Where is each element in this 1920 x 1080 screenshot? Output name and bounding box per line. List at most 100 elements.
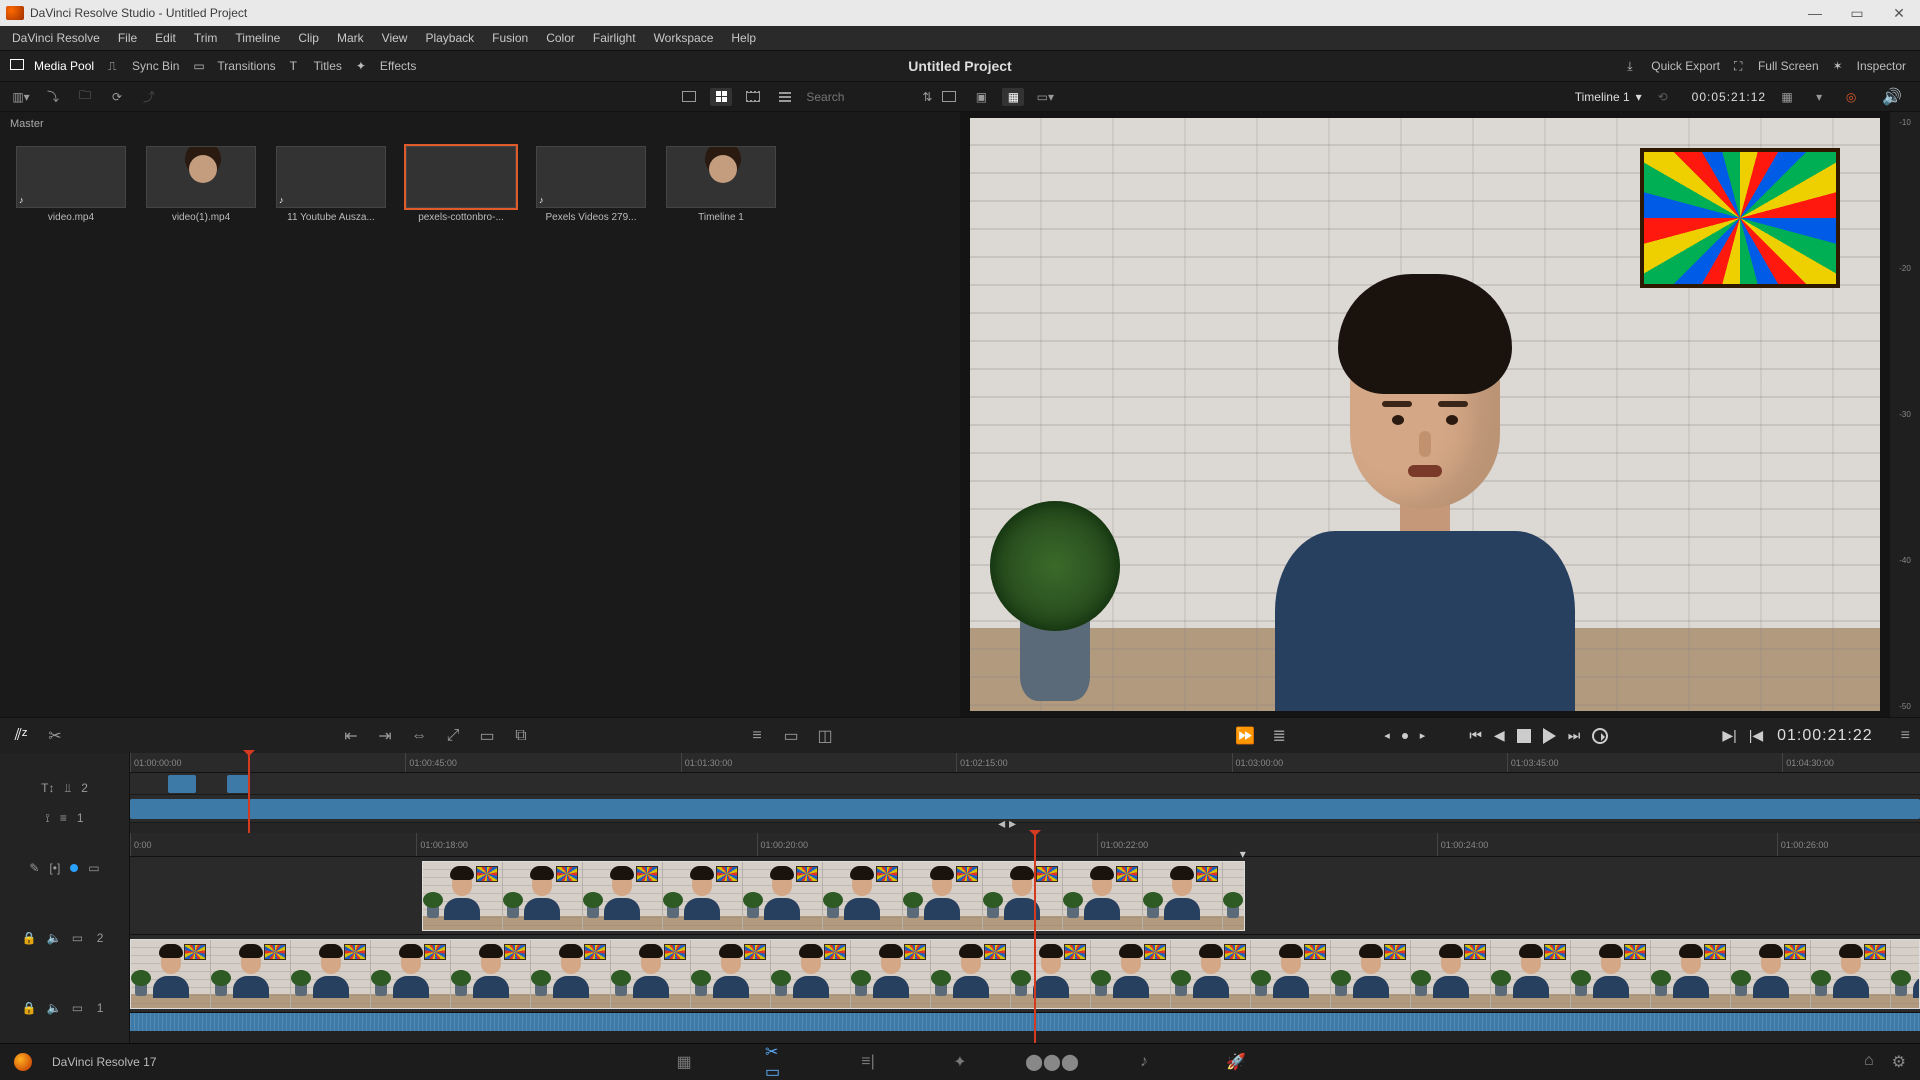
ripple-overwrite-icon[interactable]: ⇔	[408, 727, 430, 745]
dynamic-trim-icon[interactable]: ▭	[780, 727, 802, 745]
viewer-mode-dropdown-icon[interactable]: ▭▾	[1034, 88, 1056, 106]
upper-timeline-body[interactable]: 01:00:00:0001:00:45:0001:01:30:0001:02:1…	[130, 753, 1920, 833]
timeline-clip[interactable]	[227, 775, 249, 793]
media-clip[interactable]: video(1).mp4	[146, 146, 256, 223]
sync-icon[interactable]: ⟳	[106, 88, 128, 106]
lower-timeline-body[interactable]: ◂ ▸ 0:0001:00:18:0001:00:20:0001:00:22:0…	[130, 833, 1920, 1043]
menu-edit[interactable]: Edit	[147, 28, 184, 48]
safe-area-icon[interactable]: ▦	[1776, 88, 1798, 106]
menu-timeline[interactable]: Timeline	[227, 28, 288, 48]
menu-file[interactable]: File	[110, 28, 145, 48]
upper-track-v1[interactable]	[130, 795, 1920, 823]
timeline-menu-icon[interactable]: ≡	[1901, 727, 1910, 745]
go-to-start-icon[interactable]: ⏮	[1469, 727, 1482, 744]
boring-detector-icon[interactable]: ⫽ᶻ	[10, 727, 32, 745]
loop-indicator-icon[interactable]: ⟲	[1652, 88, 1674, 106]
minimize-button[interactable]: —	[1794, 0, 1836, 26]
timeline-viewer-icon[interactable]: ▦	[1002, 88, 1024, 106]
audio-trim-toggle-icon[interactable]	[70, 864, 78, 872]
jog-back-icon[interactable]: |◀	[1749, 727, 1763, 744]
source-overwrite-icon[interactable]: ⧉	[510, 727, 532, 745]
toggle-v1-icon[interactable]: ▭	[72, 1001, 83, 1015]
snap-icon[interactable]: ✎	[29, 861, 39, 875]
program-viewer[interactable]	[970, 118, 1880, 711]
mute-v2-icon[interactable]: 🔈	[47, 931, 62, 945]
color-page-icon[interactable]: ⬤⬤⬤	[1041, 1053, 1063, 1071]
quick-export-button[interactable]: ⤓Quick Export	[1627, 59, 1720, 73]
fusion-page-icon[interactable]: ✦	[949, 1053, 971, 1071]
video-clip[interactable]	[130, 939, 1920, 1009]
menu-fairlight[interactable]: Fairlight	[585, 28, 644, 48]
cut-page-icon[interactable]: ✂▭	[765, 1053, 787, 1071]
trim-handle-left-icon[interactable]: ◂ ▸	[998, 815, 1016, 832]
timeline-selector[interactable]: Timeline 1 ▾	[1575, 90, 1642, 104]
source-clip-viewer-icon[interactable]: ▣	[970, 88, 992, 106]
titles-button[interactable]: TTitles	[290, 59, 342, 73]
picker-icon[interactable]: ◎	[1840, 88, 1862, 106]
bin-view-icon[interactable]: ▥▾	[10, 88, 32, 106]
lower-audio-track[interactable]	[130, 1013, 1920, 1031]
project-settings-icon[interactable]: ⚙	[1892, 1052, 1906, 1072]
upper-ruler[interactable]: 01:00:00:0001:00:45:0001:01:30:0001:02:1…	[130, 753, 1920, 773]
bypass-grade-icon[interactable]: ▾	[1808, 88, 1830, 106]
sort-icon[interactable]: ⇅	[916, 88, 938, 106]
transport-timecode[interactable]: 01:00:21:22	[1777, 727, 1873, 745]
video-only-icon[interactable]: ▭	[88, 861, 99, 875]
lock-v2-icon[interactable]: 🔒	[22, 931, 37, 945]
split-clip-icon[interactable]: ✂	[44, 727, 66, 745]
timeline-options-icon[interactable]: ≣	[1268, 727, 1290, 745]
bin-path[interactable]: Master	[0, 112, 960, 136]
maximize-button[interactable]: ▭	[1836, 0, 1878, 26]
menu-fusion[interactable]: Fusion	[484, 28, 536, 48]
upper-track-v2[interactable]	[130, 773, 1920, 795]
append-icon[interactable]: ⇥	[374, 727, 396, 745]
home-icon[interactable]: ⌂	[1864, 1052, 1874, 1072]
timeline-clip[interactable]	[130, 799, 1920, 819]
full-screen-button[interactable]: ⛶Full Screen	[1734, 59, 1819, 73]
deliver-page-icon[interactable]: 🚀	[1225, 1053, 1247, 1071]
menu-workspace[interactable]: Workspace	[646, 28, 722, 48]
timeline-clip[interactable]	[168, 775, 197, 793]
menu-trim[interactable]: Trim	[186, 28, 226, 48]
prev-edit-arrow-icon[interactable]: ◂	[1384, 729, 1390, 742]
filmstrip-view-icon[interactable]	[742, 88, 764, 106]
transition-icon[interactable]: ◫	[814, 727, 836, 745]
media-clip[interactable]: ♪video.mp4	[16, 146, 126, 223]
lower-playhead[interactable]	[1034, 833, 1036, 1043]
media-clip[interactable]: pexels-cottonbro-...	[406, 146, 516, 223]
edit-page-icon[interactable]: ≡|	[857, 1053, 879, 1071]
menu-help[interactable]: Help	[723, 28, 764, 48]
tools-dropdown-icon[interactable]: ≡	[746, 727, 768, 745]
close-up-icon[interactable]: ⤢	[442, 727, 464, 745]
marker-icon[interactable]: [•]	[49, 861, 60, 875]
inspector-button[interactable]: ✶Inspector	[1833, 59, 1906, 73]
loop-icon[interactable]	[1592, 728, 1608, 744]
media-clip[interactable]: Timeline 1	[666, 146, 776, 223]
fairlight-page-icon[interactable]: ♪	[1133, 1053, 1155, 1071]
media-page-icon[interactable]: ▦	[673, 1053, 695, 1071]
metadata-view-icon[interactable]	[678, 88, 700, 106]
transitions-button[interactable]: ▭Transitions	[193, 59, 275, 73]
play-icon[interactable]	[1543, 728, 1556, 744]
list-view-icon[interactable]	[774, 88, 796, 106]
smart-insert-icon[interactable]: ⇤	[340, 727, 362, 745]
search-input[interactable]	[806, 90, 906, 104]
track-v1-tool-b-icon[interactable]: ≡	[60, 811, 67, 825]
close-button[interactable]: ✕	[1878, 0, 1920, 26]
import-folder-icon[interactable]: 🗀	[74, 88, 96, 106]
lower-track-v2[interactable]: ▾	[130, 857, 1920, 935]
next-edit-arrow-icon[interactable]: ▸	[1420, 729, 1426, 742]
lower-track-v1[interactable]	[130, 935, 1920, 1013]
video-clip[interactable]	[422, 861, 1245, 931]
menu-color[interactable]: Color	[538, 28, 583, 48]
track-v2-tool-a-icon[interactable]: T↕	[41, 781, 54, 795]
export-icon[interactable]: ⤴	[138, 88, 160, 106]
media-pool-button[interactable]: Media Pool	[10, 59, 94, 73]
thumbnail-view-icon[interactable]	[710, 88, 732, 106]
fast-review-icon[interactable]: ⏩	[1234, 727, 1256, 745]
jog-forward-icon[interactable]: ▶|	[1722, 727, 1736, 744]
menu-view[interactable]: View	[374, 28, 416, 48]
speaker-icon[interactable]: 🔊	[1882, 87, 1902, 107]
effects-button[interactable]: ✦Effects	[356, 59, 416, 73]
lower-ruler[interactable]: ◂ ▸ 0:0001:00:18:0001:00:20:0001:00:22:0…	[130, 833, 1920, 857]
